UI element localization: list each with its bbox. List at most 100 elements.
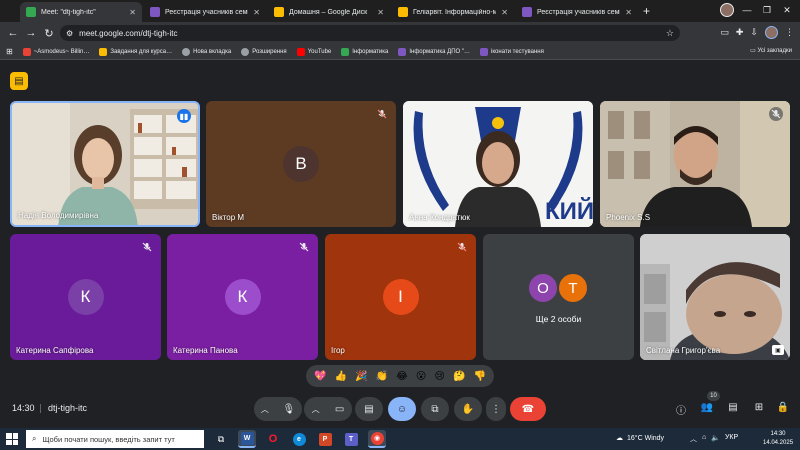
volume-icon[interactable]: 🔈	[711, 434, 720, 444]
reaction-thumbs-up[interactable]: 👍	[335, 371, 347, 382]
reaction-surprised[interactable]: 😮	[416, 371, 426, 382]
meet-logo-icon[interactable]: ▤	[10, 72, 28, 90]
address-bar[interactable]: ⚙ meet.google.com/dtj-tigh-itc ☆	[60, 25, 680, 41]
bookmark-item[interactable]: ~Asmodeus~ Billin…	[22, 47, 89, 56]
hand-icon: ✋	[461, 403, 475, 415]
weather-widget[interactable]: ☁ 16°C Windy	[616, 434, 664, 443]
bookmark-star-icon[interactable]: ☆	[666, 28, 674, 39]
forward-icon[interactable]: →	[22, 27, 40, 39]
edge-app[interactable]: e	[290, 430, 308, 448]
chevron-up-icon[interactable]: ︿	[312, 404, 320, 415]
close-icon[interactable]: ✕	[129, 8, 136, 17]
reaction-clap[interactable]: 👏	[376, 371, 388, 382]
close-icon[interactable]: ✕	[377, 8, 384, 17]
chevron-up-icon[interactable]: ︿	[690, 434, 697, 444]
emoji-icon: ☺	[396, 403, 408, 415]
apps-icon[interactable]: ⊞	[6, 47, 13, 56]
participant-avatar: О	[527, 272, 559, 304]
close-icon[interactable]: ✕	[253, 8, 260, 17]
clock-date: 14.04.2025	[763, 440, 794, 446]
participant-tile[interactable]: К Катерина Панова	[167, 234, 318, 360]
language-indicator[interactable]: УКР	[725, 434, 738, 444]
minimize-icon[interactable]: —	[740, 5, 754, 15]
reaction-thumbs-down[interactable]: 👎	[473, 371, 485, 382]
tab-meet[interactable]: Meet: "dtj-tigh-itc" ✕	[20, 2, 142, 22]
captions-button[interactable]: ▤	[355, 397, 383, 421]
bookmark-label: Інформатика	[352, 48, 389, 55]
camera-icon[interactable]: ▭	[335, 404, 344, 415]
reaction-heart[interactable]: 💖	[314, 371, 326, 382]
all-bookmarks[interactable]: ▭ Усі закладки	[750, 47, 792, 54]
taskbar-clock[interactable]: 14:30 14.04.2025	[763, 430, 793, 448]
maximize-icon[interactable]: ❐	[760, 5, 774, 16]
close-icon[interactable]: ✕	[625, 8, 632, 17]
mic-icon[interactable]: 🎙	[282, 404, 295, 415]
participant-tile[interactable]: КИЙ Анна Кондратюк	[403, 101, 593, 227]
powerpoint-app[interactable]: P	[316, 430, 334, 448]
meeting-time: 14:30	[12, 403, 35, 413]
participant-tile[interactable]: Phoenix S.S	[600, 101, 790, 227]
reaction-thinking[interactable]: 🤔	[453, 371, 465, 382]
word-app[interactable]: W	[238, 430, 256, 448]
reaction-sad[interactable]: 😢	[434, 371, 444, 382]
more-options-button[interactable]: ⋮	[486, 397, 506, 421]
windows-start-icon[interactable]	[6, 433, 18, 445]
taskbar-search[interactable]: ⌕ Щоби почати пошук, введіть запит тут	[26, 430, 204, 448]
reaction-laugh[interactable]: 😂	[396, 371, 408, 382]
tab-heliarvit[interactable]: Геліарвіт. Інформаційно-мон… ✕	[392, 2, 514, 22]
task-view-icon[interactable]: ⧉	[212, 430, 230, 448]
tab-google-drive[interactable]: Домашня – Google Диск ✕	[268, 2, 390, 22]
bookmark-favicon-icon	[341, 47, 350, 56]
leave-call-button[interactable]: ☎	[510, 397, 546, 421]
reload-icon[interactable]: ↻	[40, 27, 58, 40]
activities-icon[interactable]: ⊞	[752, 402, 766, 416]
tab-registration-2[interactable]: Реєстрація учасників семінару ✕	[516, 2, 638, 22]
participant-tile[interactable]: В Віктор М	[206, 101, 396, 227]
participant-tile[interactable]: ▣ Світлана Григор'єва	[640, 234, 790, 360]
reaction-party[interactable]: 🎉	[355, 371, 367, 382]
menu-icon[interactable]: ⋮	[785, 27, 794, 38]
close-icon[interactable]: ✕	[501, 8, 508, 17]
bookmark-item[interactable]: іконати тестування	[480, 47, 544, 56]
bookmark-item[interactable]: Інформатика ДПО "…	[398, 47, 470, 56]
emoji-button[interactable]: ☺	[388, 397, 416, 421]
participant-name: Надія Володимирівна	[18, 211, 99, 220]
people-icon[interactable]: 👥	[700, 402, 714, 416]
browser-toolbar: ← → ↻ ⚙ meet.google.com/dtj-tigh-itc ☆ ▭…	[0, 22, 800, 44]
account-avatar[interactable]	[765, 26, 778, 39]
present-screen-icon: ⧉	[431, 403, 439, 415]
participant-tile[interactable]: К Катерина Сапфірова	[10, 234, 161, 360]
bookmark-item[interactable]: YouTube	[296, 47, 331, 56]
participant-tile[interactable]: І Ігор	[325, 234, 476, 360]
present-button[interactable]: ⧉	[421, 397, 449, 421]
new-tab-button[interactable]: +	[643, 4, 650, 18]
bookmark-item[interactable]: Нова вкладка	[182, 47, 231, 56]
others-tile[interactable]: О Т Ще 2 особи	[483, 234, 634, 360]
network-icon[interactable]: ⌂	[702, 434, 706, 444]
chat-icon[interactable]: ▤	[726, 402, 740, 416]
bookmark-item[interactable]: Розширення	[241, 47, 287, 56]
profile-avatar[interactable]	[720, 3, 734, 17]
tab-registration-1[interactable]: Реєстрація учасників семінару ✕	[144, 2, 266, 22]
cast-icon[interactable]: ▭	[720, 27, 729, 38]
chrome-app[interactable]: ◉	[368, 430, 386, 448]
chevron-up-icon[interactable]: ︿	[261, 404, 269, 415]
extensions-icon[interactable]: ✚	[736, 27, 744, 38]
bookmark-item[interactable]: Завдання для курса…	[99, 47, 172, 56]
bookmark-item[interactable]: Інформатика	[341, 47, 389, 56]
opera-app[interactable]: O	[264, 430, 282, 448]
participants-count-badge: 10	[707, 391, 720, 401]
bookmark-favicon-icon	[22, 47, 31, 56]
raise-hand-button[interactable]: ✋	[454, 397, 482, 421]
participant-tile[interactable]: ▮▮ Надія Володимирівна	[10, 101, 200, 227]
page-favicon-icon	[398, 7, 408, 17]
site-info-icon[interactable]: ⚙	[66, 29, 73, 38]
back-icon[interactable]: ←	[4, 27, 22, 39]
host-controls-icon[interactable]: 🔒	[776, 402, 790, 416]
teams-app[interactable]: T	[342, 430, 360, 448]
info-icon[interactable]: ⓘ	[674, 402, 688, 417]
close-window-icon[interactable]: ✕	[780, 5, 794, 16]
search-placeholder: Щоби почати пошук, введіть запит тут	[42, 434, 175, 444]
downloads-icon[interactable]: ⇩	[750, 27, 758, 38]
bookmark-label: Розширення	[252, 48, 287, 55]
